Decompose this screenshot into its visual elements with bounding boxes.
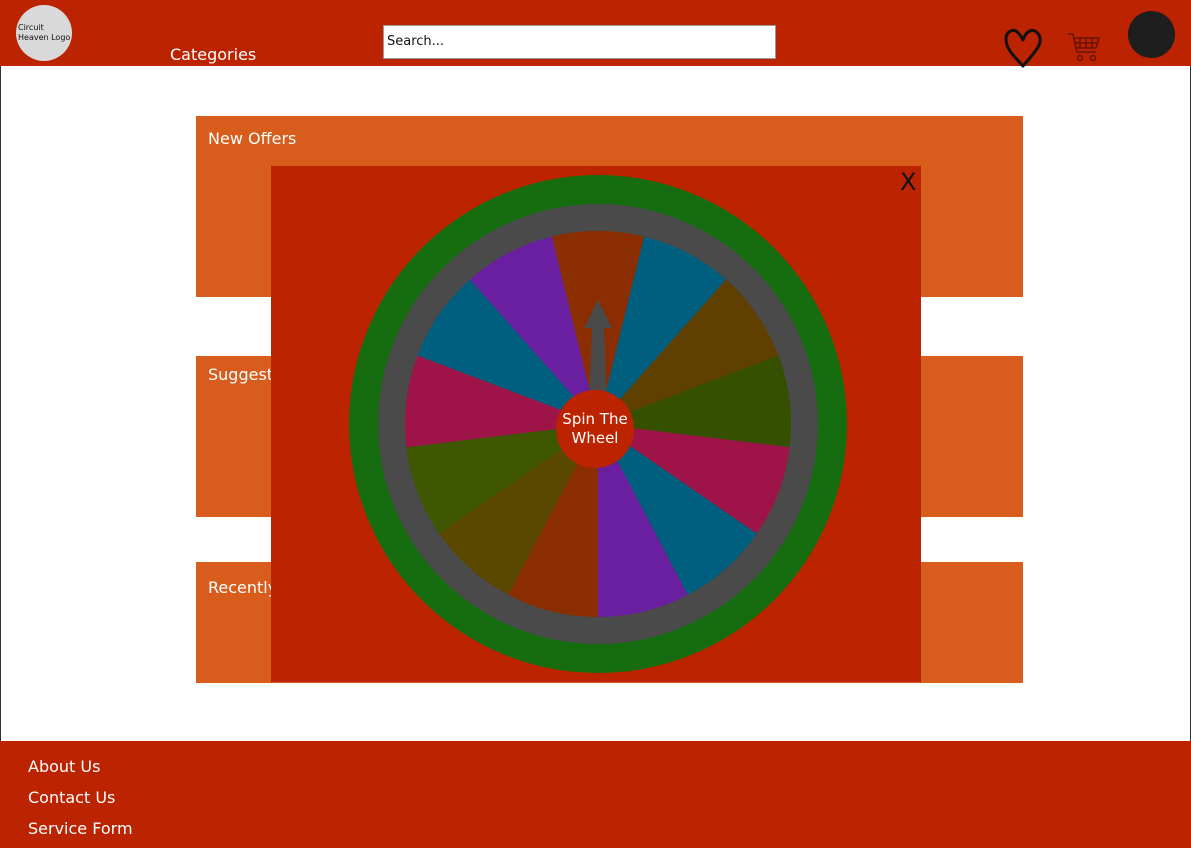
spin-button[interactable]: Spin The Wheel [556,390,634,468]
footer: About Us Contact Us Service Form [0,741,1191,848]
heart-icon[interactable] [1002,26,1044,68]
top-header: Circuit Heaven Logo Categories Search... [0,0,1191,68]
close-button[interactable]: X [900,168,916,196]
logo[interactable]: Circuit Heaven Logo [16,5,72,61]
section-title: Recently [208,578,278,597]
section-title: Suggest [208,365,274,384]
footer-link-service[interactable]: Service Form [28,819,133,838]
spin-wheel-modal: X Spin The Wheel [271,166,921,682]
section-title: New Offers [208,129,297,148]
avatar[interactable] [1128,11,1175,58]
logo-text: Circuit Heaven Logo [18,23,71,42]
categories-link[interactable]: Categories [170,46,256,64]
footer-link-contact[interactable]: Contact Us [28,788,115,807]
search-input[interactable]: Search... [383,25,776,59]
cart-icon[interactable] [1066,30,1102,66]
footer-link-about[interactable]: About Us [28,757,100,776]
